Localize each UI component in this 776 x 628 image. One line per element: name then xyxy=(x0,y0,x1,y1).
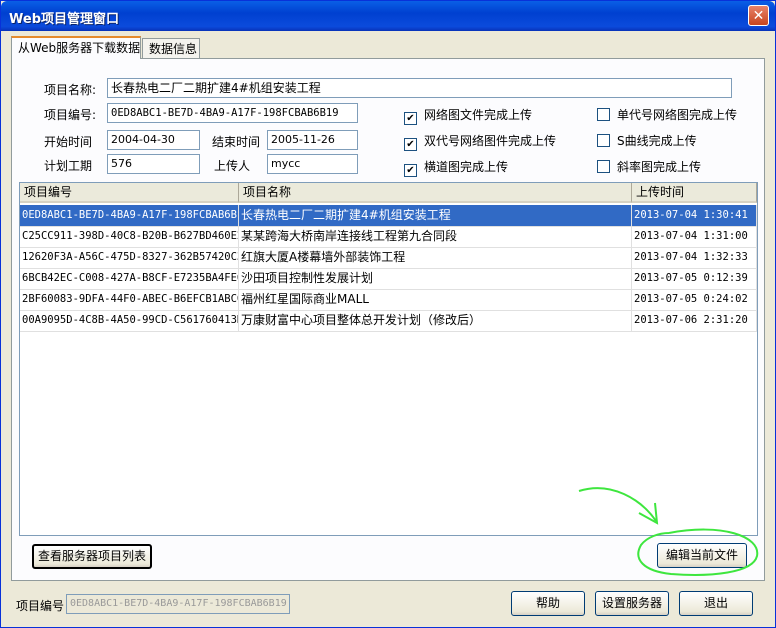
cell-upload-time: 2013-07-04 1:31:00 xyxy=(632,226,757,247)
checkbox-gantt-uploaded[interactable]: ✔ 横道图完成上传 xyxy=(404,158,508,177)
table-row[interactable]: C25CC911-398D-40C8-B20B-B627BD460E2F 某某跨海… xyxy=(20,226,757,248)
cell-project-id: 6BCB42EC-C008-427A-B8CF-E7235BA4FE6D xyxy=(20,268,239,289)
start-time-field[interactable]: 2004-04-30 xyxy=(107,130,200,150)
status-project-no-label: 项目编号 xyxy=(16,599,65,613)
checkbox-box[interactable] xyxy=(597,160,610,173)
checkbox-single-code-uploaded[interactable]: 单代号网络图完成上传 xyxy=(597,106,737,123)
project-no-field[interactable]: 0ED8ABC1-BE7D-4BA9-A17F-198FCBAB6B19 xyxy=(107,103,358,123)
checkbox-network-uploaded[interactable]: ✔ 网络图文件完成上传 xyxy=(404,106,532,125)
window-title: Web项目管理窗口 xyxy=(9,12,119,27)
set-server-button[interactable]: 设置服务器 xyxy=(595,591,669,616)
checkbox-label: 双代号网络图件完成上传 xyxy=(424,134,557,148)
cell-project-id: 2BF60083-9DFA-44F0-ABEC-B6EFCB1ABC00 xyxy=(20,289,239,310)
end-time-label: 结束时间 xyxy=(212,135,261,149)
tab-download[interactable]: 从Web服务器下载数据 xyxy=(11,36,141,59)
cell-upload-time: 2013-07-04 1:30:41 xyxy=(632,205,757,226)
cell-project-id: C25CC911-398D-40C8-B20B-B627BD460E2F xyxy=(20,226,239,247)
checkbox-slope-uploaded[interactable]: 斜率图完成上传 xyxy=(597,158,701,175)
status-project-no-field: 0ED8ABC1-BE7D-4BA9-A17F-198FCBAB6B19 xyxy=(66,594,290,614)
cell-project-name: 长春热电二厂二期扩建4#机组安装工程 xyxy=(239,205,632,226)
table-row[interactable]: 2BF60083-9DFA-44F0-ABEC-B6EFCB1ABC00 福州红星… xyxy=(20,289,757,311)
exit-button[interactable]: 退出 xyxy=(679,591,753,616)
table-row[interactable]: 0ED8ABC1-BE7D-4BA9-A17F-198FCBAB6B19 长春热电… xyxy=(20,205,757,227)
cell-project-id: 12620F3A-A56C-475D-8327-362B57420C37 xyxy=(20,247,239,268)
column-header-name[interactable]: 项目名称 xyxy=(239,183,632,203)
table-row[interactable]: 12620F3A-A56C-475D-8327-362B57420C37 红旗大厦… xyxy=(20,247,757,269)
checkbox-box[interactable] xyxy=(597,108,610,121)
cell-project-name: 福州红星国际商业MALL xyxy=(239,289,632,310)
cell-upload-time: 2013-07-05 0:12:39 xyxy=(632,268,757,289)
column-header-time[interactable]: 上传时间 xyxy=(632,183,757,203)
tab-data-info[interactable]: 数据信息 xyxy=(142,38,200,59)
checkbox-box[interactable] xyxy=(597,134,610,147)
checkbox-box[interactable]: ✔ xyxy=(404,112,417,125)
checkbox-label: S曲线完成上传 xyxy=(617,134,697,148)
cell-project-id: 0ED8ABC1-BE7D-4BA9-A17F-198FCBAB6B19 xyxy=(20,205,239,226)
checkbox-box[interactable]: ✔ xyxy=(404,164,417,177)
checkbox-label: 斜率图完成上传 xyxy=(617,160,702,174)
cell-project-name: 某某跨海大桥南岸连接线工程第九合同段 xyxy=(239,226,632,247)
duration-label: 计划工期 xyxy=(44,159,93,173)
table-row[interactable]: 00A9095D-4C8B-4A50-99CD-C561760413D4 万康财富… xyxy=(20,310,757,332)
cell-upload-time: 2013-07-05 0:24:02 xyxy=(632,289,757,310)
duration-field[interactable]: 576 xyxy=(107,154,200,174)
main-window: Web项目管理窗口 ✕ 从Web服务器下载数据 数据信息 项目名称: 长春热电二… xyxy=(0,0,776,628)
list-server-projects-button[interactable]: 查看服务器项目列表 xyxy=(32,544,152,569)
project-name-label: 项目名称: xyxy=(44,83,97,97)
checkbox-label: 网络图文件完成上传 xyxy=(424,108,533,122)
cell-upload-time: 2013-07-04 1:32:33 xyxy=(632,247,757,268)
cell-upload-time: 2013-07-06 2:31:20 xyxy=(632,310,757,331)
close-icon: ✕ xyxy=(752,8,765,24)
cell-project-name: 红旗大厦A楼幕墙外部装饰工程 xyxy=(239,247,632,268)
help-button[interactable]: 帮助 xyxy=(511,591,585,616)
checkbox-s-curve-uploaded[interactable]: S曲线完成上传 xyxy=(597,132,697,149)
tab-label: 从Web服务器下载数据 xyxy=(18,41,141,55)
table-row[interactable]: 6BCB42EC-C008-427A-B8CF-E7235BA4FE6D 沙田项目… xyxy=(20,268,757,290)
table-header: 项目编号 项目名称 上传时间 xyxy=(20,183,757,203)
start-time-label: 开始时间 xyxy=(44,135,93,149)
green-annotation xyxy=(578,487,759,576)
checkbox-label: 横道图完成上传 xyxy=(424,160,509,174)
uploader-field[interactable]: mycc xyxy=(267,154,358,174)
close-button[interactable]: ✕ xyxy=(748,5,769,26)
checkbox-double-code-uploaded[interactable]: ✔ 双代号网络图件完成上传 xyxy=(404,132,556,151)
tab-label: 数据信息 xyxy=(149,42,198,56)
checkbox-box[interactable]: ✔ xyxy=(404,138,417,151)
column-header-id[interactable]: 项目编号 xyxy=(20,183,239,203)
project-name-field[interactable]: 长春热电二厂二期扩建4#机组安装工程 xyxy=(107,78,732,98)
project-no-label: 项目编号: xyxy=(44,108,97,122)
checkbox-label: 单代号网络图完成上传 xyxy=(617,108,738,122)
end-time-field[interactable]: 2005-11-26 xyxy=(267,130,358,150)
uploader-label: 上传人 xyxy=(214,159,251,173)
cell-project-name: 万康财富中心项目整体总开发计划（修改后） xyxy=(239,310,632,331)
cell-project-name: 沙田项目控制性发展计划 xyxy=(239,268,632,289)
cell-project-id: 00A9095D-4C8B-4A50-99CD-C561760413D4 xyxy=(20,310,239,331)
title-bar[interactable]: Web项目管理窗口 ✕ xyxy=(1,1,775,31)
